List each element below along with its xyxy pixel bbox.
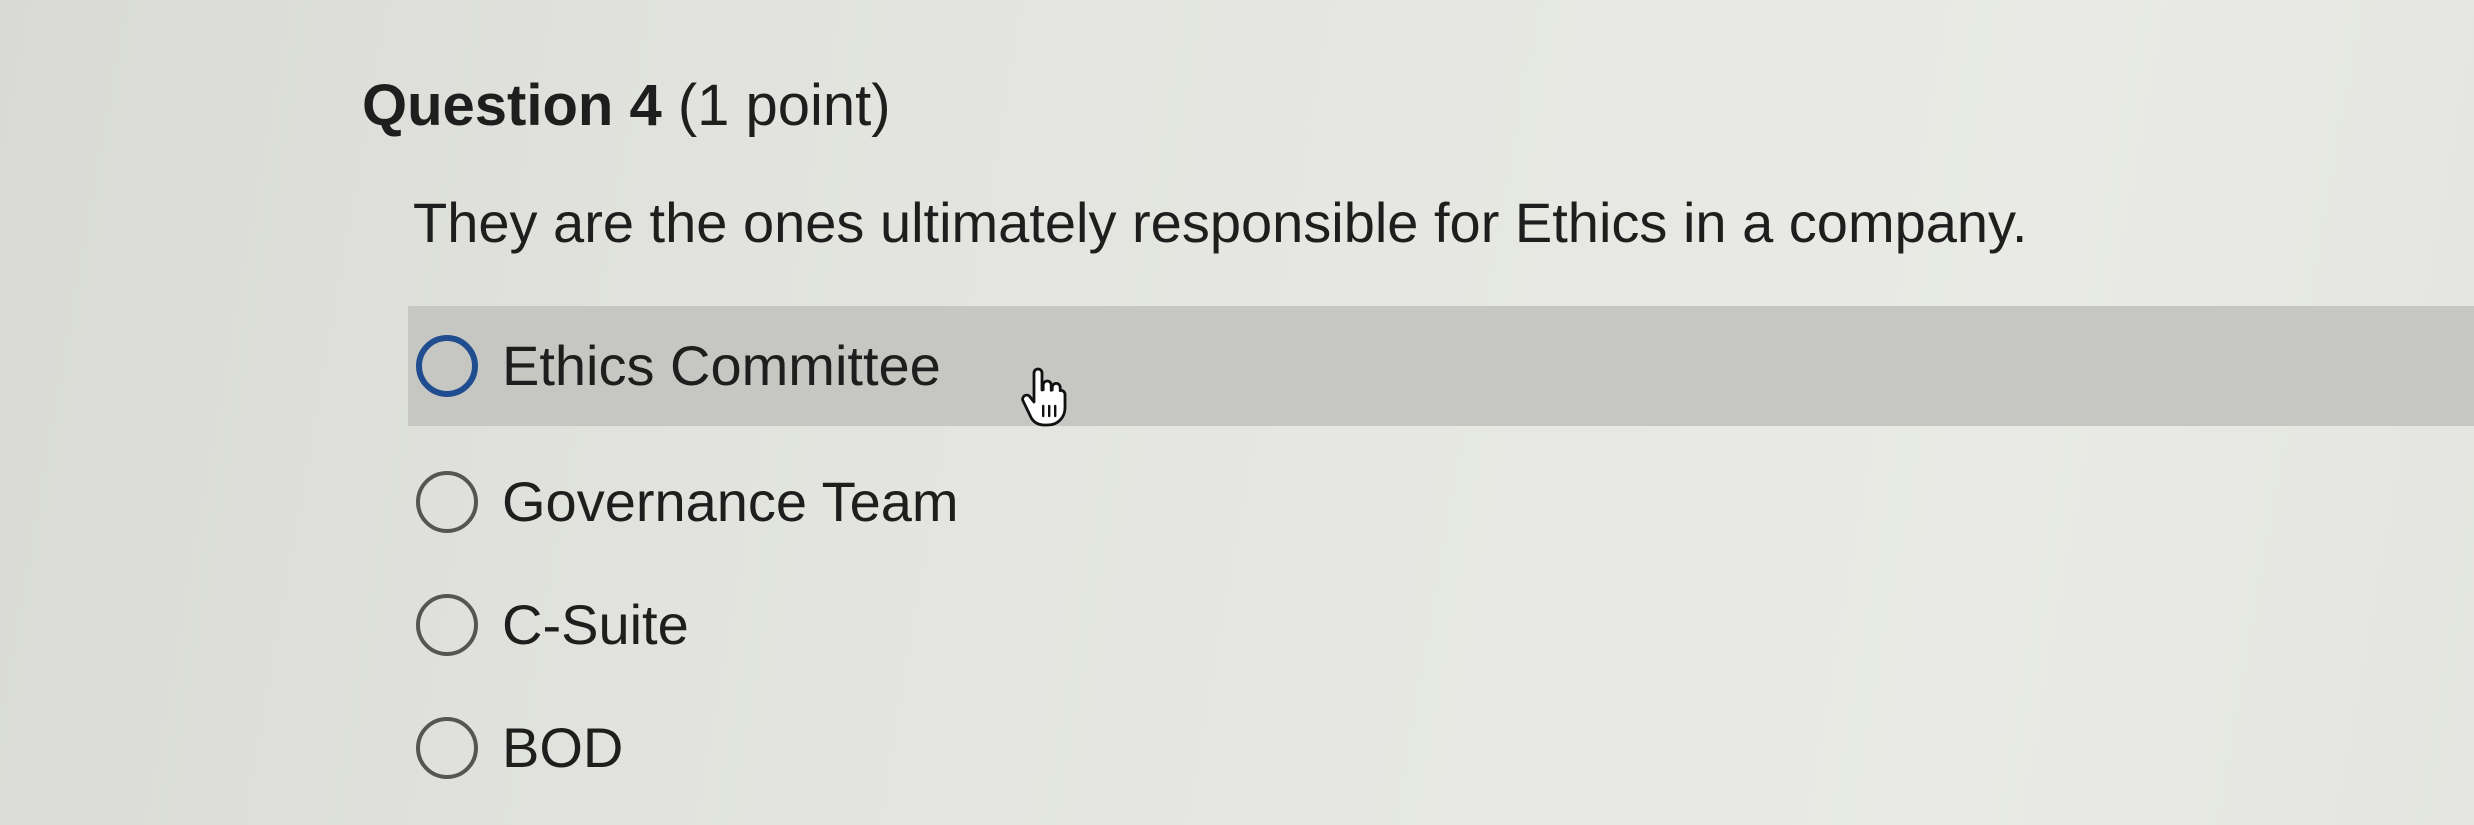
question-number: Question 4: [362, 73, 662, 138]
radio-button[interactable]: [416, 335, 478, 397]
radio-button[interactable]: [416, 471, 478, 533]
option-ethics-committee[interactable]: Ethics Committee: [408, 306, 2474, 426]
radio-button[interactable]: [416, 594, 478, 656]
question-title: Question 4 (1 point): [362, 66, 891, 146]
option-label: BOD: [502, 716, 624, 779]
option-governance-team[interactable]: Governance Team: [408, 442, 2474, 562]
hand-pointer-icon: [1021, 367, 1067, 427]
option-bod[interactable]: BOD: [408, 688, 2474, 808]
option-label: Governance Team: [502, 470, 959, 533]
question-points: (1 point): [677, 73, 891, 138]
option-label: C-Suite: [502, 593, 689, 656]
question-prompt: They are the ones ultimately responsible…: [413, 191, 2028, 254]
option-label: Ethics Committee: [502, 334, 941, 397]
option-c-suite[interactable]: C-Suite: [408, 565, 2474, 685]
radio-button[interactable]: [416, 717, 478, 779]
